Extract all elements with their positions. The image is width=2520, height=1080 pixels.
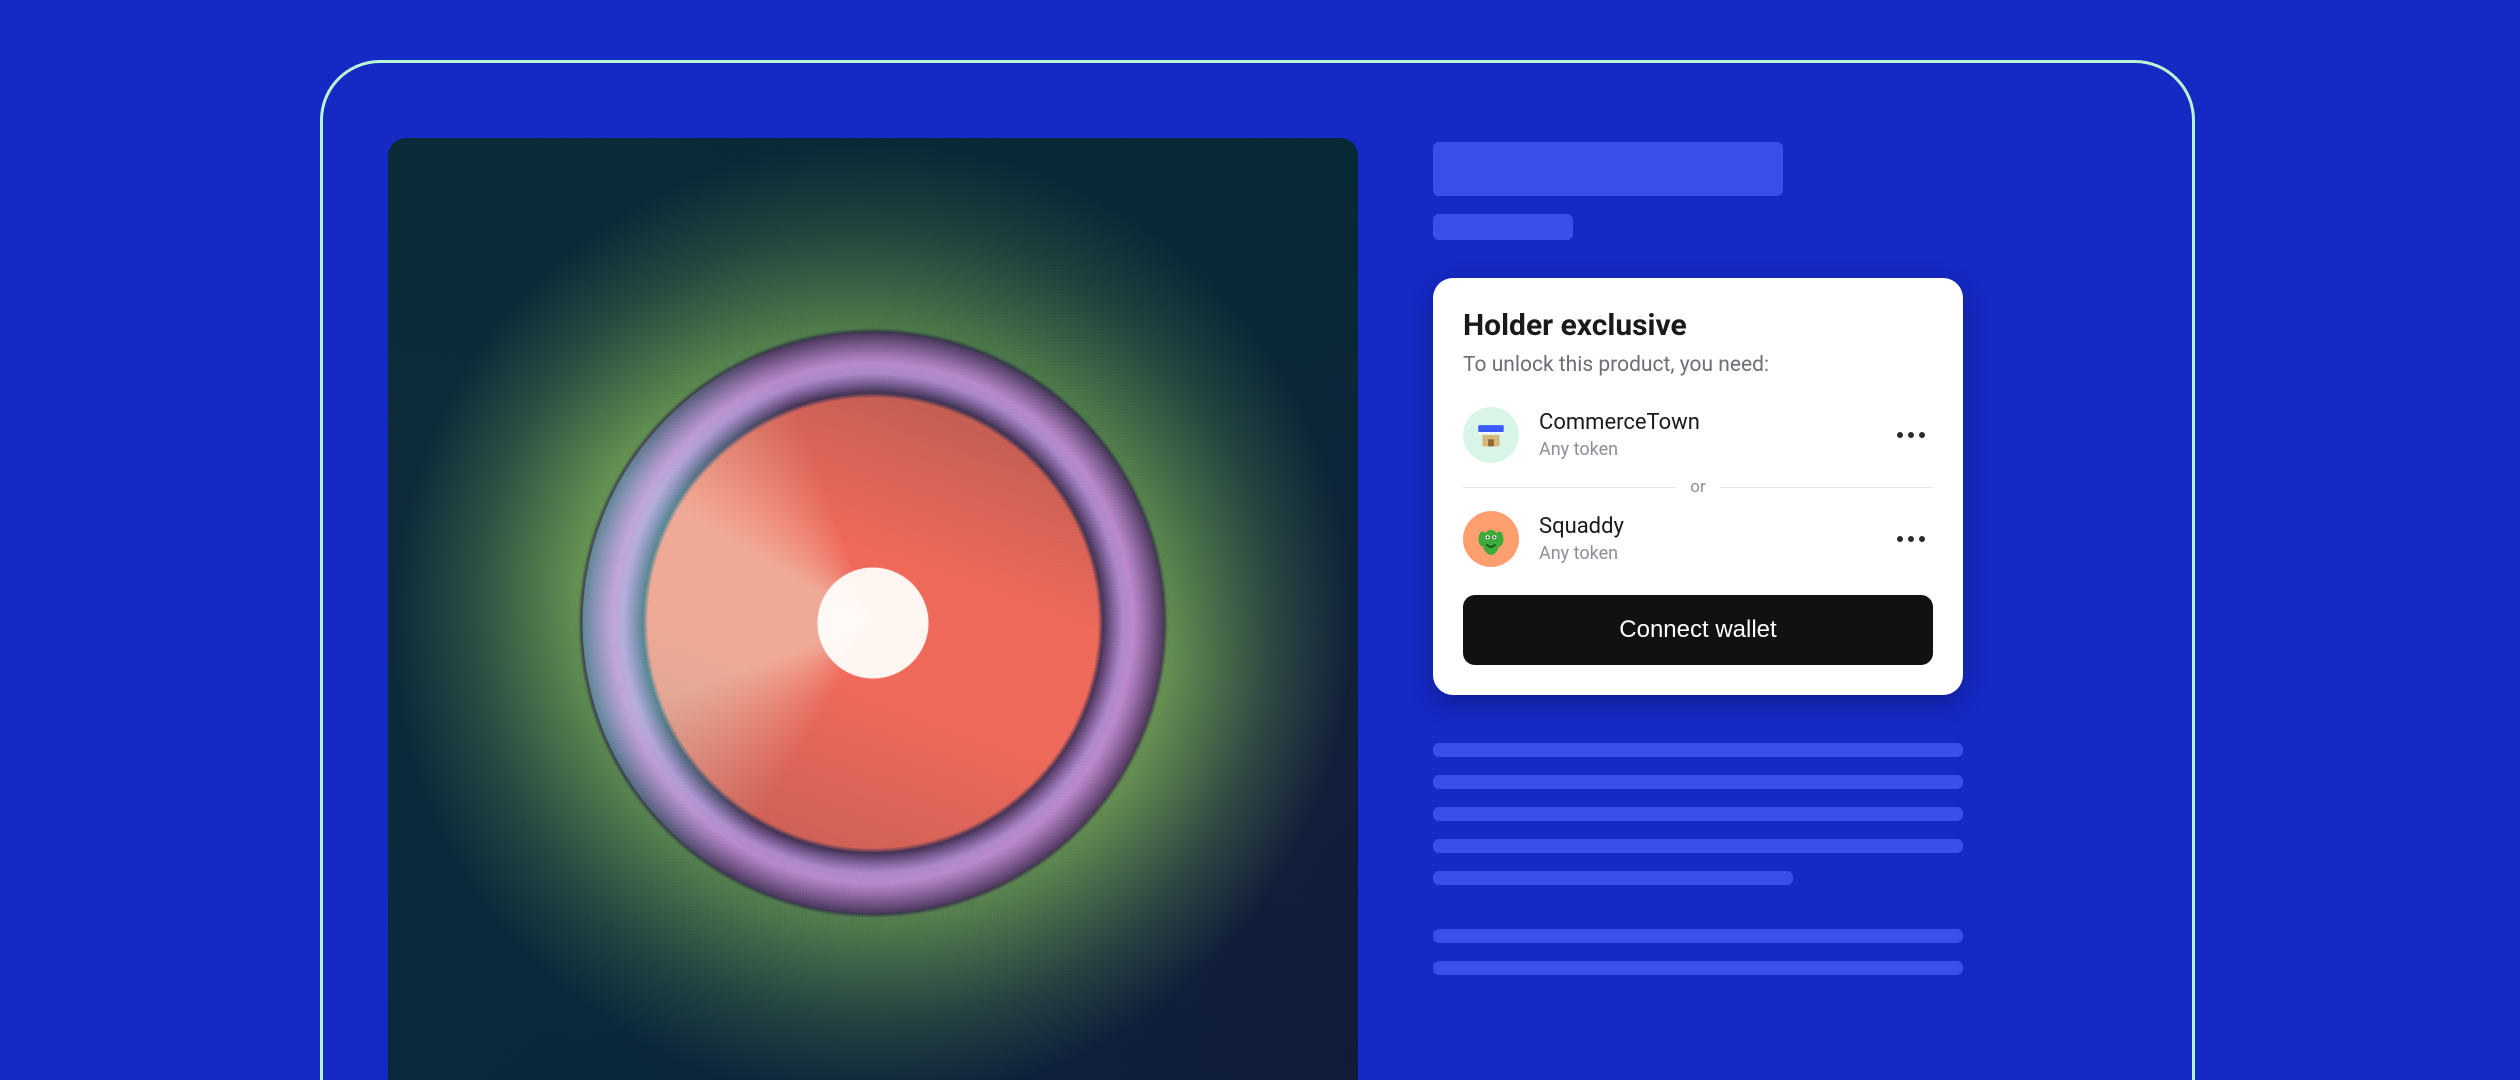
or-divider: or [1463,477,1933,497]
cactus-icon [1463,511,1519,567]
or-label: or [1690,477,1705,497]
requirement-name: CommerceTown [1539,410,1869,436]
requirement-row: CommerceTown Any token [1463,399,1933,471]
requirement-token-label: Any token [1539,543,1869,564]
title-skeleton [1433,142,1783,196]
description-skeleton [1433,743,1963,993]
product-details-column: Holder exclusive To unlock this product,… [1433,138,2127,1080]
browser-window-frame: Holder exclusive To unlock this product,… [320,60,2195,1080]
requirement-row: Squaddy Any token [1463,503,1933,575]
ellipsis-icon [1897,536,1903,542]
requirement-token-label: Any token [1539,439,1869,460]
storefront-icon [1463,407,1519,463]
product-artwork [388,138,1358,1080]
card-title: Holder exclusive [1463,308,1933,343]
requirement-name: Squaddy [1539,514,1869,540]
price-skeleton [1433,214,1573,240]
card-subtitle: To unlock this product, you need: [1463,353,1933,377]
connect-wallet-button[interactable]: Connect wallet [1463,595,1933,665]
more-options-button[interactable] [1889,424,1933,446]
ellipsis-icon [1897,432,1903,438]
more-options-button[interactable] [1889,528,1933,550]
holder-exclusive-card: Holder exclusive To unlock this product,… [1433,278,1963,695]
